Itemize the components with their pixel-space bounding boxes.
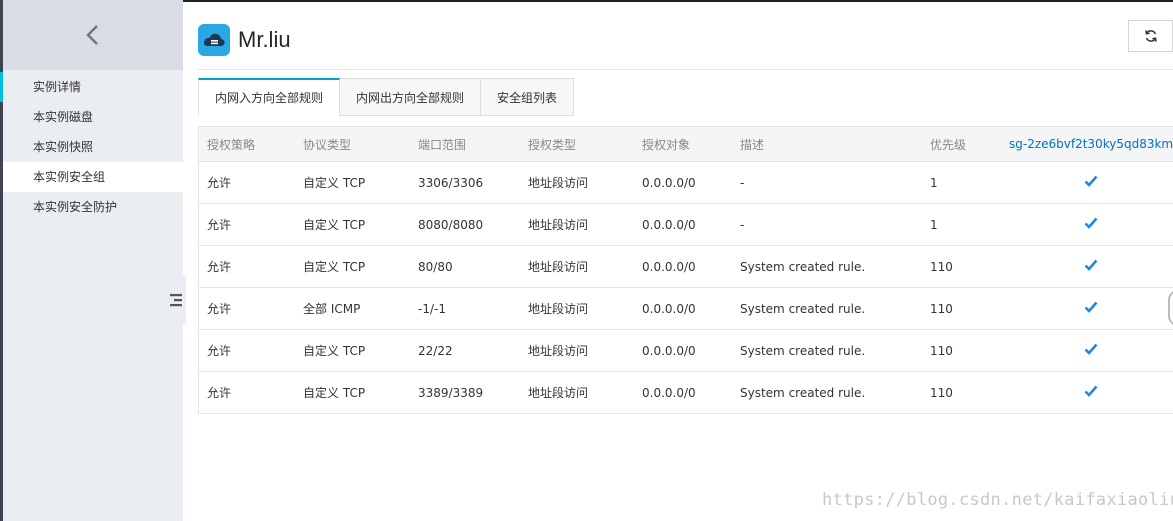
table-cell: 3306/3306 xyxy=(418,175,484,190)
column-header: 协议类型 xyxy=(303,137,352,152)
table-cell: 地址段访问 xyxy=(528,218,589,232)
sidebar-item-label: 本实例安全组 xyxy=(33,170,106,184)
rule-tabs: 内网入方向全部规则 内网出方向全部规则 安全组列表 xyxy=(198,78,575,116)
table-cell xyxy=(1001,301,1173,316)
table-cell: 110 xyxy=(930,385,953,400)
table-cell xyxy=(1001,385,1173,400)
table-cell: 地址段访问 xyxy=(528,260,589,274)
sidebar-item-disks[interactable]: 本实例磁盘 xyxy=(3,102,183,132)
table-row: 允许 自定义 TCP 3389/3389 地址段访问 0.0.0.0/0 Sys… xyxy=(199,372,1173,414)
column-header: 授权对象 xyxy=(642,137,691,152)
checkmark-icon xyxy=(1084,259,1098,271)
page-title: Mr.liu xyxy=(238,27,291,52)
table-row: 允许 自定义 TCP 3306/3306 地址段访问 0.0.0.0/0 - 1 xyxy=(199,162,1173,204)
table-cell: 110 xyxy=(930,301,953,316)
table-cell: 0.0.0.0/0 xyxy=(642,175,696,190)
chevron-left-icon xyxy=(86,25,98,45)
table-cell: -1/-1 xyxy=(418,301,446,316)
sidebar-nav: 实例详情 本实例磁盘 本实例快照 本实例安全组 本实例安全防护 xyxy=(0,70,183,222)
table-cell: 自定义 TCP xyxy=(303,176,366,190)
table-cell: System created rule. xyxy=(740,343,866,358)
tab-inbound-rules[interactable]: 内网入方向全部规则 xyxy=(198,78,341,116)
column-header: 授权策略 xyxy=(207,137,256,152)
table-cell: 0.0.0.0/0 xyxy=(642,301,696,316)
table-cell: System created rule. xyxy=(740,259,866,274)
table-cell: - xyxy=(740,175,745,190)
table-cell: 自定义 TCP xyxy=(303,260,366,274)
table-cell: 22/22 xyxy=(418,343,453,358)
checkmark-icon xyxy=(1084,385,1098,397)
table-row: 允许 全部 ICMP -1/-1 地址段访问 0.0.0.0/0 System … xyxy=(199,288,1173,330)
column-header: 优先级 xyxy=(930,137,967,152)
table-cell: 地址段访问 xyxy=(528,344,589,358)
table-cell: 1 xyxy=(930,175,938,190)
checkmark-icon xyxy=(1084,217,1098,229)
sidebar-item-label: 本实例安全防护 xyxy=(33,200,118,214)
refresh-icon xyxy=(1144,30,1157,42)
table-cell: 80/80 xyxy=(418,259,453,274)
table-cell: 3389/3389 xyxy=(418,385,484,400)
table-cell xyxy=(1001,343,1173,358)
table-cell: 自定义 TCP xyxy=(303,218,366,232)
back-button[interactable] xyxy=(3,0,183,70)
table-cell: 允许 xyxy=(207,302,232,316)
header-divider xyxy=(198,69,1173,70)
table-row: 允许 自定义 TCP 22/22 地址段访问 0.0.0.0/0 System … xyxy=(199,330,1173,372)
floating-help-button[interactable] xyxy=(1168,290,1173,326)
cloud-server-icon xyxy=(198,24,230,56)
table-cell: 地址段访问 xyxy=(528,386,589,400)
table-cell: 允许 xyxy=(207,176,232,190)
table-cell: 允许 xyxy=(207,344,232,358)
table-cell: 自定义 TCP xyxy=(303,386,366,400)
main-content: Mr.liu 内网入方向全部规则 内网出方向全部规则 安全组列表 授权策略 协议… xyxy=(183,0,1173,521)
sidebar-item-snapshots[interactable]: 本实例快照 xyxy=(3,132,183,162)
page-header: Mr.liu xyxy=(198,24,291,56)
table-row: 允许 自定义 TCP 8080/8080 地址段访问 0.0.0.0/0 - 1 xyxy=(199,204,1173,246)
table-cell: 允许 xyxy=(207,218,232,232)
tab-outbound-rules[interactable]: 内网出方向全部规则 xyxy=(340,78,482,116)
table-cell: System created rule. xyxy=(740,385,866,400)
table-cell xyxy=(1001,217,1173,232)
checkmark-icon xyxy=(1084,343,1098,355)
refresh-button[interactable] xyxy=(1128,20,1173,52)
sidebar: 实例详情 本实例磁盘 本实例快照 本实例安全组 本实例安全防护 xyxy=(0,0,183,521)
table-cell: 0.0.0.0/0 xyxy=(642,217,696,232)
top-border xyxy=(183,0,1173,2)
table-row: 允许 自定义 TCP 80/80 地址段访问 0.0.0.0/0 System … xyxy=(199,246,1173,288)
table-cell: 1 xyxy=(930,217,938,232)
watermark: https://blog.csdn.net/kaifaxiaoliu xyxy=(822,490,1173,510)
checkmark-icon xyxy=(1084,301,1098,313)
table-cell: 0.0.0.0/0 xyxy=(642,259,696,274)
sidebar-item-instance-details[interactable]: 实例详情 xyxy=(0,72,183,102)
sidebar-item-label: 实例详情 xyxy=(33,80,82,94)
table-cell: 0.0.0.0/0 xyxy=(642,343,696,358)
table-cell: 允许 xyxy=(207,386,232,400)
table-cell: 0.0.0.0/0 xyxy=(642,385,696,400)
table-cell: 8080/8080 xyxy=(418,217,484,232)
sidebar-item-security-protection[interactable]: 本实例安全防护 xyxy=(3,192,183,222)
rules-table: 授权策略 协议类型 端口范围 授权类型 授权对象 描述 优先级 sg-2ze6b… xyxy=(198,126,1173,414)
table-cell xyxy=(1001,175,1173,190)
table-cell: 自定义 TCP xyxy=(303,344,366,358)
security-group-link[interactable]: sg-2ze6bvf2t30ky5qd83km xyxy=(1001,137,1173,151)
table-cell: 110 xyxy=(930,259,953,274)
table-cell: 地址段访问 xyxy=(528,176,589,190)
column-header: 描述 xyxy=(740,137,765,152)
sidebar-item-security-groups[interactable]: 本实例安全组 xyxy=(3,162,183,192)
table-cell: - xyxy=(740,217,745,232)
table-cell: 110 xyxy=(930,343,953,358)
sidebar-item-label: 本实例快照 xyxy=(33,140,94,154)
table-header: 授权策略 协议类型 端口范围 授权类型 授权对象 描述 优先级 sg-2ze6b… xyxy=(199,127,1173,162)
column-header: 授权类型 xyxy=(528,137,577,152)
table-cell: 全部 ICMP xyxy=(303,302,361,316)
checkmark-icon xyxy=(1084,175,1098,187)
column-header: 端口范围 xyxy=(418,137,467,152)
table-cell: 允许 xyxy=(207,260,232,274)
table-cell: 地址段访问 xyxy=(528,302,589,316)
menu-collapse-icon xyxy=(170,294,182,307)
sidebar-item-label: 本实例磁盘 xyxy=(33,110,94,124)
table-cell xyxy=(1001,259,1173,274)
table-cell: System created rule. xyxy=(740,301,866,316)
tab-security-group-list[interactable]: 安全组列表 xyxy=(481,78,575,116)
